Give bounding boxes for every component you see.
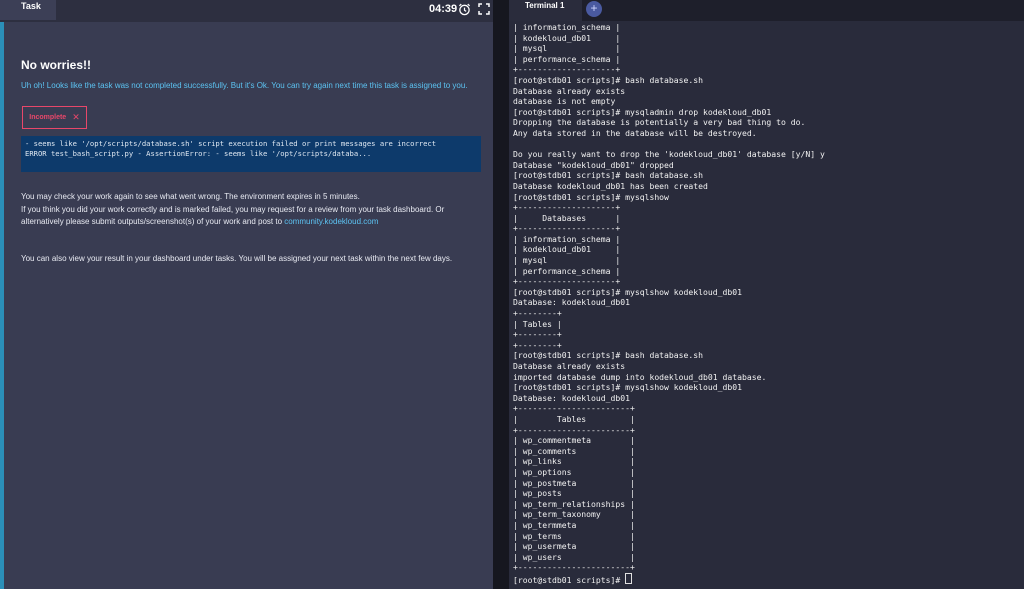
check-note-line1: You may check your work again to see wha… [21, 192, 360, 201]
panel-divider[interactable] [493, 0, 509, 589]
terminal-tab-bar: Terminal 1 + [509, 0, 1024, 21]
fullscreen-icon[interactable] [478, 3, 490, 15]
status-badge-label: Incomplete [29, 114, 67, 121]
countdown-timer: 04:39 [429, 3, 458, 15]
error-message-box: - seems like '/opt/scripts/database.sh' … [21, 136, 481, 172]
community-link[interactable]: community.kodekloud.com [284, 217, 378, 226]
review-instructions: You may check your work again to see wha… [21, 191, 481, 229]
tab-task[interactable]: Task [0, 0, 56, 20]
task-panel: Task 04:39 No worries!! Uh oh! Looks lik… [0, 0, 493, 589]
result-subtext: Uh oh! Looks like the task was not compl… [21, 81, 468, 90]
check-note-line2: If you think you did your work correctly… [21, 204, 445, 227]
terminal-panel[interactable]: Terminal 1 + | information_schema | | ko… [509, 0, 1024, 589]
status-badge: Incomplete ✕ [22, 106, 87, 129]
dashboard-note: You can also view your result in your da… [21, 254, 453, 263]
result-headline: No worries!! [21, 58, 92, 72]
terminal-cursor [625, 572, 633, 584]
alarm-clock-icon[interactable] [458, 3, 471, 16]
terminal-prompt: [root@stdb01 scripts]# [513, 574, 626, 585]
terminal-history: | information_schema | | kodekloud_db01 … [513, 22, 825, 573]
close-icon: ✕ [72, 112, 80, 122]
tab-terminal-1[interactable]: Terminal 1 [509, 0, 582, 21]
terminal-output[interactable]: | information_schema | | kodekloud_db01 … [513, 22, 1023, 585]
task-header-bar: Task 04:39 [0, 0, 493, 22]
add-terminal-icon[interactable]: + [586, 1, 602, 17]
